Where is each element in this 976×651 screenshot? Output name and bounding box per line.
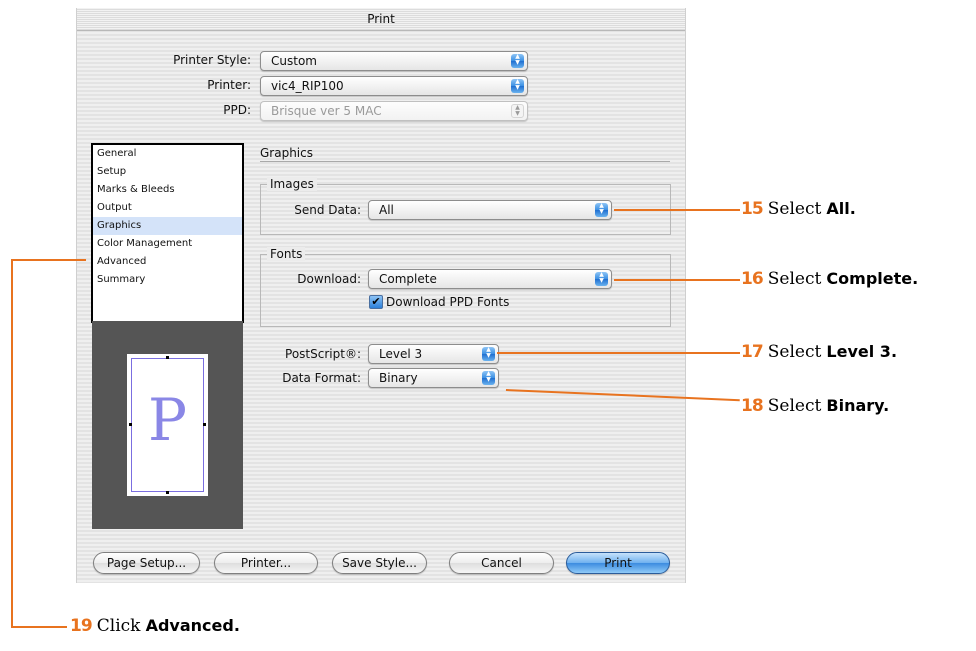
data-format-value: Binary: [379, 371, 418, 385]
printer-style-label: Printer Style:: [173, 53, 251, 67]
callout-verb: Select: [767, 396, 822, 416]
category-item-graphics[interactable]: Graphics: [93, 217, 242, 235]
preview-mark: [129, 423, 132, 426]
category-item-setup[interactable]: Setup: [93, 163, 242, 181]
callout-number: 15: [741, 199, 764, 219]
section-divider: [260, 161, 670, 162]
popup-arrows-icon: ▲ ▼: [482, 371, 495, 385]
popup-arrows-icon: ▲ ▼: [482, 347, 495, 361]
send-data-value: All: [379, 203, 394, 217]
preview-letter: P: [147, 386, 188, 454]
images-group-label: Images: [267, 177, 317, 191]
callout-object: All.: [826, 199, 856, 218]
callout-15: 15 Select All.: [741, 199, 856, 219]
graphics-section-title: Graphics: [260, 146, 313, 160]
postscript-popup[interactable]: Level 3 ▲ ▼: [368, 344, 499, 364]
callout-16: 16 Select Complete.: [741, 269, 918, 289]
download-ppd-fonts-checkbox[interactable]: ✔: [369, 295, 383, 309]
print-dialog: Print Printer Style: Custom ▲ ▼ Printer: …: [76, 8, 686, 583]
download-popup[interactable]: Complete ▲ ▼: [368, 269, 612, 289]
callout-verb: Select: [767, 342, 822, 362]
popup-arrows-icon: ▲ ▼: [595, 272, 608, 286]
callout-number: 17: [741, 342, 764, 362]
download-ppd-fonts-label[interactable]: Download PPD Fonts: [386, 295, 509, 309]
download-label: Download:: [297, 272, 361, 286]
save-style-button[interactable]: Save Style...: [332, 552, 427, 574]
callout-17: 17 Select Level 3.: [741, 342, 897, 362]
preview-page: P: [127, 354, 208, 496]
printer-button[interactable]: Printer...: [214, 552, 318, 574]
printer-value: vic4_RIP100: [271, 79, 344, 93]
fonts-group-box: [260, 254, 671, 327]
printer-style-popup[interactable]: Custom ▲ ▼: [260, 51, 528, 71]
send-data-label: Send Data:: [294, 203, 361, 217]
data-format-popup[interactable]: Binary ▲ ▼: [368, 368, 499, 388]
print-button[interactable]: Print: [566, 552, 670, 574]
callout-18: 18 Select Binary.: [741, 396, 889, 416]
ppd-popup: Brisque ver 5 MAC ▲ ▼: [260, 101, 528, 121]
postscript-value: Level 3: [379, 347, 423, 361]
callout-object: Complete.: [826, 269, 919, 288]
callout-16-line: [614, 279, 740, 281]
send-data-popup[interactable]: All ▲ ▼: [368, 200, 612, 220]
category-item-color-management[interactable]: Color Management: [93, 235, 242, 253]
dialog-title: Print: [77, 8, 685, 31]
callout-number: 16: [741, 269, 764, 289]
page-setup-button[interactable]: Page Setup...: [93, 552, 200, 574]
category-item-summary[interactable]: Summary: [93, 271, 242, 289]
callout-15-line: [614, 209, 740, 211]
popup-arrows-icon: ▲ ▼: [511, 54, 524, 68]
callout-verb: Select: [767, 199, 822, 219]
page-preview: P: [92, 321, 243, 529]
callout-verb: Select: [767, 269, 822, 289]
callout-17-line: [497, 352, 740, 354]
callout-number: 19: [70, 616, 93, 636]
callout-19-line-top: [11, 259, 86, 261]
callout-object: Binary.: [826, 396, 890, 415]
download-value: Complete: [379, 272, 437, 286]
category-list[interactable]: General Setup Marks & Bleeds Output Grap…: [91, 143, 244, 323]
popup-arrows-icon: ▲ ▼: [511, 79, 524, 93]
ppd-value: Brisque ver 5 MAC: [271, 104, 382, 118]
printer-label: Printer:: [207, 78, 251, 92]
callout-verb: Click: [96, 616, 141, 636]
category-item-advanced[interactable]: Advanced: [93, 253, 242, 271]
preview-mark: [203, 423, 206, 426]
printer-style-value: Custom: [271, 54, 317, 68]
callout-object: Advanced.: [145, 616, 240, 635]
callout-19-line-vertical: [11, 259, 13, 627]
category-item-general[interactable]: General: [93, 145, 242, 163]
callout-19: 19 Click Advanced.: [70, 616, 240, 636]
preview-mark: [166, 491, 169, 494]
ppd-label: PPD:: [223, 103, 251, 117]
category-item-output[interactable]: Output: [93, 199, 242, 217]
callout-number: 18: [741, 396, 764, 416]
data-format-label: Data Format:: [282, 371, 361, 385]
callout-object: Level 3.: [826, 342, 898, 361]
fonts-group-label: Fonts: [267, 247, 306, 261]
printer-popup[interactable]: vic4_RIP100 ▲ ▼: [260, 76, 528, 96]
category-item-marks-bleeds[interactable]: Marks & Bleeds: [93, 181, 242, 199]
popup-arrows-icon: ▲ ▼: [595, 203, 608, 217]
checkmark-icon: ✔: [371, 295, 381, 308]
callout-19-line-bottom: [11, 626, 67, 628]
cancel-button[interactable]: Cancel: [449, 552, 554, 574]
preview-mark: [166, 356, 169, 359]
popup-arrows-icon: ▲ ▼: [511, 104, 524, 118]
postscript-label: PostScript®:: [285, 347, 361, 361]
